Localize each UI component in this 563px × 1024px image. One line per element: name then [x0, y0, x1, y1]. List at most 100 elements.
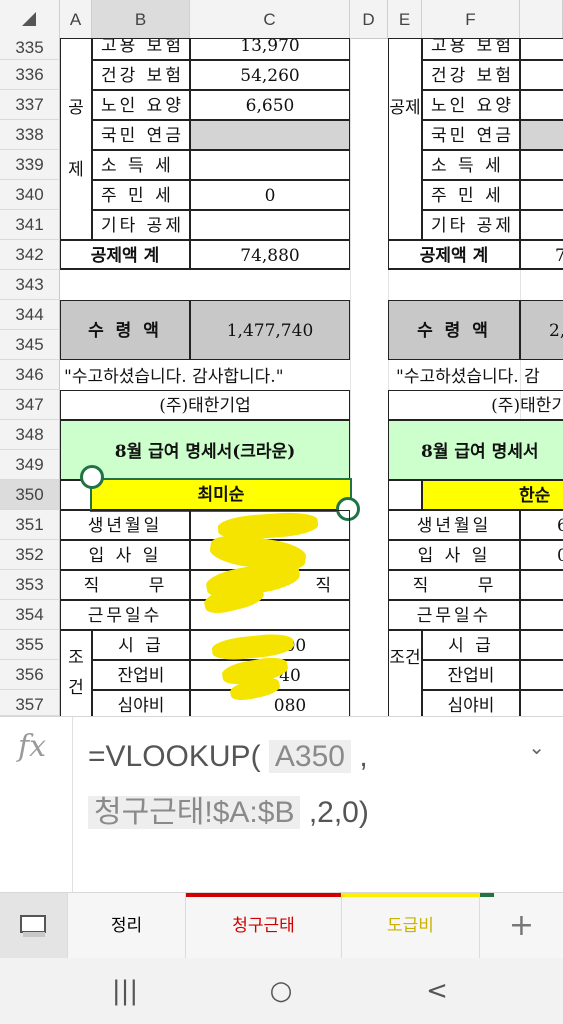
deduction-item-value[interactable] [190, 120, 350, 150]
row-header-selected[interactable]: 350 [0, 480, 60, 510]
thanks-message[interactable]: "수고하셨습니다. 감사합니다." [64, 364, 354, 390]
add-sheet-button[interactable]: + [480, 893, 563, 959]
payslip-title[interactable]: 8월 급여 명세서 [388, 420, 563, 480]
net-pay-label[interactable]: 수 령 액 [388, 300, 520, 360]
deduction-item-label[interactable]: 기타 공제 [422, 210, 520, 240]
row-header[interactable]: 342 [0, 240, 60, 270]
deduction-item-value[interactable]: 6,650 [190, 90, 350, 120]
deduction-item-value[interactable] [190, 150, 350, 180]
deduction-item-value[interactable] [520, 180, 563, 210]
formula-ref-a350[interactable]: A350 [268, 740, 351, 773]
row-header[interactable]: 351 [0, 510, 60, 540]
condition-value[interactable] [520, 690, 563, 716]
back-icon[interactable]: < [392, 958, 482, 1024]
row-header[interactable]: 340 [0, 180, 60, 210]
condition-label[interactable]: 잔업비 [92, 660, 190, 690]
condition-group-label[interactable]: 조건 [388, 630, 422, 716]
sheet-tab-jeongri[interactable]: 정리 [68, 893, 186, 959]
condition-label[interactable]: 잔업비 [422, 660, 520, 690]
row-header[interactable]: 335 [0, 38, 60, 60]
total-deduction-label[interactable]: 공제액 계 [388, 240, 520, 270]
deduction-item-label[interactable]: 고용 보험 [422, 38, 520, 60]
condition-value[interactable] [520, 630, 563, 660]
info-label[interactable]: 생년월일 [60, 510, 190, 540]
row-header[interactable]: 357 [0, 690, 60, 716]
info-label[interactable]: 근무일수 [60, 600, 190, 630]
deduction-item-value[interactable] [520, 38, 563, 60]
column-header-f[interactable]: F [422, 0, 520, 38]
chevron-down-icon[interactable]: ⌄ [528, 735, 545, 759]
deduction-item-value[interactable] [190, 210, 350, 240]
condition-label[interactable]: 심야비 [422, 690, 520, 716]
sheet-tab-dogeup[interactable]: 도급비 [342, 893, 480, 959]
info-label[interactable]: 생년월일 [388, 510, 520, 540]
total-deduction-value[interactable]: 7 [520, 240, 563, 270]
deduction-item-value[interactable]: 13,970 [190, 38, 350, 60]
fx-icon[interactable]: fx [18, 729, 46, 764]
condition-value[interactable] [520, 660, 563, 690]
total-deduction-value[interactable]: 74,880 [190, 240, 350, 270]
cell-e350[interactable] [388, 480, 422, 510]
spreadsheet-grid[interactable]: A B C D E F 335 336 337 338 339 340 341 … [0, 0, 563, 716]
deduction-item-label[interactable]: 노인 요양 [92, 90, 190, 120]
info-label[interactable]: 직 무 [388, 570, 520, 600]
row-header[interactable]: 352 [0, 540, 60, 570]
employee-name-cell[interactable]: 한순 [422, 480, 563, 510]
row-header[interactable]: 349 [0, 450, 60, 480]
row-header[interactable]: 348 [0, 420, 60, 450]
column-header-g[interactable] [520, 0, 563, 38]
company-name[interactable]: (주)태한기 [388, 390, 563, 420]
row-header[interactable]: 337 [0, 90, 60, 120]
deduction-item-label[interactable]: 소 득 세 [422, 150, 520, 180]
deduction-item-label[interactable]: 건강 보험 [92, 60, 190, 90]
column-header-e[interactable]: E [388, 0, 422, 38]
column-header-b[interactable]: B [92, 0, 190, 38]
deduction-item-label[interactable]: 노인 요양 [422, 90, 520, 120]
sheet-list-button[interactable] [0, 893, 68, 959]
deduction-item-value[interactable] [520, 60, 563, 90]
info-value[interactable] [520, 600, 563, 630]
formula-text[interactable]: =VLOOKUP( A350 , 청구근태!$A:$B ,2,0) [88, 729, 518, 841]
info-label[interactable]: 입 사 일 [388, 540, 520, 570]
deduction-item-label[interactable]: 소 득 세 [92, 150, 190, 180]
deduction-item-value[interactable]: 0 [190, 180, 350, 210]
deduction-item-label[interactable]: 국민 연금 [92, 120, 190, 150]
condition-label[interactable]: 심야비 [92, 690, 190, 716]
condition-label[interactable]: 시 급 [422, 630, 520, 660]
net-pay-value[interactable]: 2, [520, 300, 563, 360]
deduction-item-value[interactable] [520, 210, 563, 240]
formula-ref-range[interactable]: 청구근태!$A:$B [88, 796, 301, 829]
company-name[interactable]: (주)태한기업 [60, 390, 350, 420]
info-label[interactable]: 근무일수 [388, 600, 520, 630]
payslip-title[interactable]: 8월 급여 명세서(크라운) [60, 420, 350, 480]
sheet-tab-cheonggu[interactable]: 청구근태 [186, 893, 342, 959]
row-header[interactable]: 355 [0, 630, 60, 660]
info-label[interactable]: 입 사 일 [60, 540, 190, 570]
info-label[interactable]: 직 무 [60, 570, 190, 600]
row-header[interactable]: 338 [0, 120, 60, 150]
row-header[interactable]: 339 [0, 150, 60, 180]
row-header[interactable]: 353 [0, 570, 60, 600]
deduction-item-label[interactable]: 건강 보험 [422, 60, 520, 90]
condition-group-label[interactable]: 조건 [60, 630, 92, 716]
row-header[interactable]: 356 [0, 660, 60, 690]
row-header[interactable]: 354 [0, 600, 60, 630]
row-header[interactable]: 347 [0, 390, 60, 420]
formula-bar[interactable]: fx =VLOOKUP( A350 , 청구근태!$A:$B ,2,0) ⌄ [0, 716, 563, 893]
deduction-item-value[interactable] [520, 150, 563, 180]
selection-handle-start[interactable] [80, 465, 104, 489]
info-value[interactable] [520, 570, 563, 600]
condition-label[interactable]: 시 급 [92, 630, 190, 660]
thanks-message[interactable]: "수고하셨습니다. 감 [396, 364, 563, 390]
deduction-item-label[interactable]: 주 민 세 [422, 180, 520, 210]
deduction-group-label[interactable]: 공제 [60, 38, 92, 240]
deduction-item-value[interactable]: 54,260 [190, 60, 350, 90]
deduction-item-label[interactable]: 국민 연금 [422, 120, 520, 150]
deduction-item-label[interactable]: 기타 공제 [92, 210, 190, 240]
row-header[interactable]: 343 [0, 270, 60, 300]
net-pay-value[interactable]: 1,477,740 [190, 300, 350, 360]
info-value[interactable]: 6 [520, 510, 563, 540]
row-header[interactable]: 345 [0, 330, 60, 360]
home-icon[interactable]: ○ [236, 958, 326, 1024]
deduction-item-value[interactable] [520, 90, 563, 120]
